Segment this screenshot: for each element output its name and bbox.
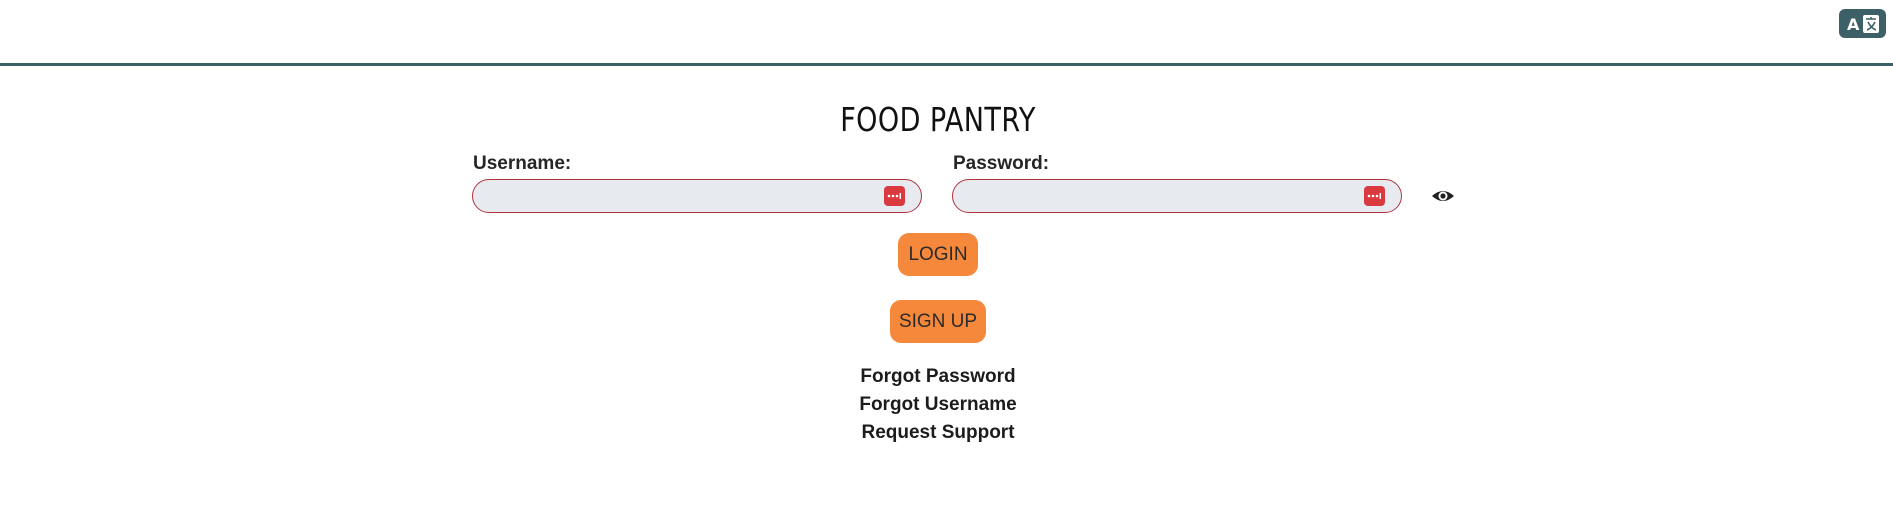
password-field-wrapper xyxy=(952,179,1402,213)
signup-button[interactable]: SIGN UP xyxy=(890,300,986,343)
svg-text:A: A xyxy=(1847,15,1860,34)
username-label: Username: xyxy=(473,153,572,174)
eye-icon[interactable] xyxy=(1430,183,1456,209)
page-title: FOOD PANTRY xyxy=(840,100,1036,139)
translate-glyph: A xyxy=(1847,14,1879,34)
password-label: Password: xyxy=(953,153,1050,174)
forgot-password-link[interactable]: Forgot Password xyxy=(0,366,1876,388)
password-input[interactable] xyxy=(967,180,1351,213)
top-bar: A xyxy=(0,0,1893,66)
forgot-username-link[interactable]: Forgot Username xyxy=(0,394,1876,416)
request-support-link[interactable]: Request Support xyxy=(0,422,1876,444)
dots-glyph xyxy=(1367,193,1381,199)
login-button[interactable]: LOGIN xyxy=(898,233,978,276)
password-manager-icon[interactable] xyxy=(884,186,905,206)
username-field-wrapper xyxy=(472,179,922,213)
dots-glyph xyxy=(887,193,901,199)
translate-icon[interactable]: A xyxy=(1839,9,1886,38)
password-manager-icon[interactable] xyxy=(1364,186,1385,206)
username-input[interactable] xyxy=(487,180,871,213)
